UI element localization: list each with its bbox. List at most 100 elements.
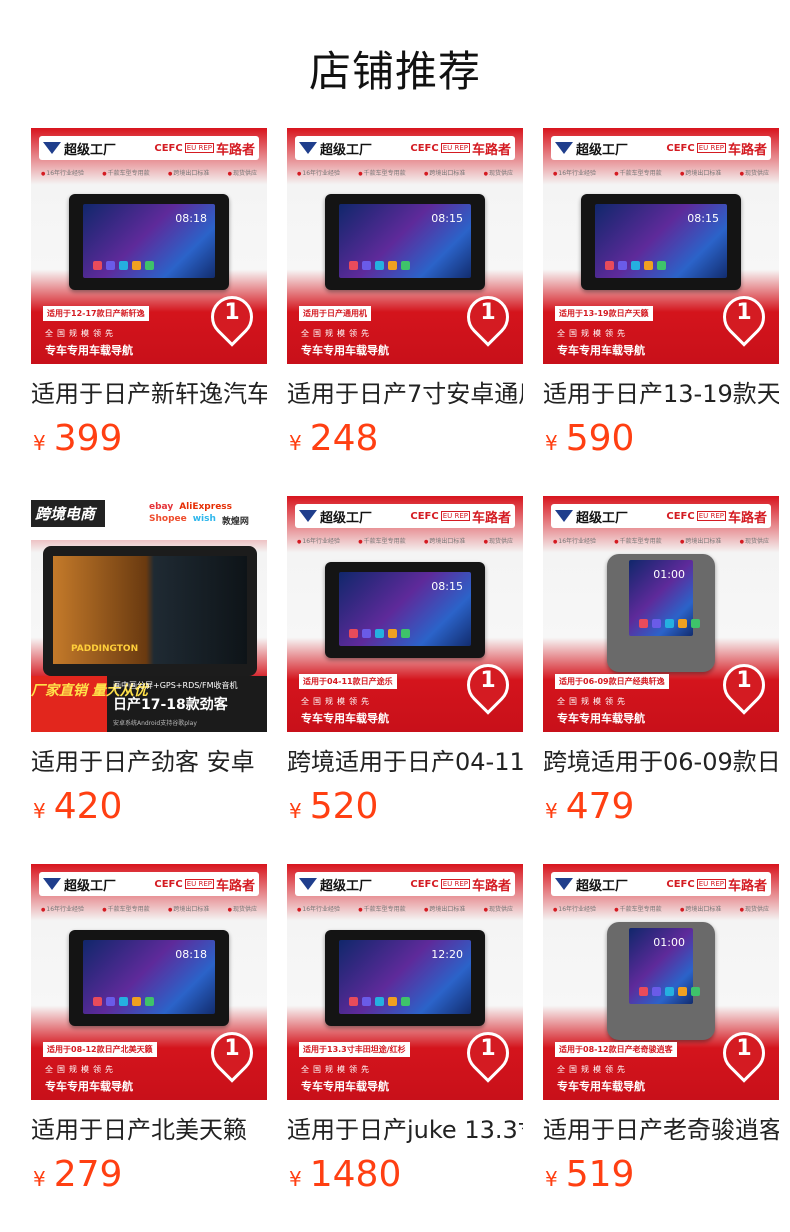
price-amount: 399	[53, 418, 123, 459]
product-card[interactable]: 超级工厂 CEFCEU REP车路者 16年行业经验 千款车型专用款 跨境出口标准 现货供…	[287, 496, 523, 827]
head-unit-screen: PADDINGTON	[53, 556, 247, 664]
product-thumbnail[interactable]: 超级工厂 CEFCEU REP车路者 16年行业经验 千款车型专用款 跨境出口标准 现货供…	[287, 128, 523, 364]
feature-tag: 现货供应	[740, 536, 769, 545]
feature-tags: 16年行业经验 千款车型专用款 跨境出口标准 现货供应	[553, 536, 769, 545]
feature-tag: 跨境出口标准	[680, 536, 721, 545]
feature-tag: 现货供应	[228, 904, 257, 913]
app-icons	[605, 261, 666, 270]
app-icon	[388, 997, 397, 1006]
brand-logo: 超级工厂	[555, 139, 628, 158]
head-unit: 08:18	[69, 194, 229, 290]
product-thumbnail[interactable]: 超级工厂 CEFCEU REP车路者 16年行业经验 千款车型专用款 跨境出口标准 现货供…	[543, 128, 779, 364]
product-name[interactable]: 适用于日产新轩逸汽车	[31, 374, 267, 409]
head-unit-screen: 12:20	[339, 940, 471, 1014]
feature-tag: 16年行业经验	[553, 904, 596, 913]
head-unit-screen: 08:15	[339, 572, 471, 646]
feature-tag: 跨境出口标准	[424, 536, 465, 545]
price-amount: 519	[565, 1154, 635, 1195]
product-price: ¥279	[33, 1154, 122, 1195]
feature-tag: 16年行业经验	[41, 904, 84, 913]
product-card[interactable]: 跨境电商 ebay AliExpress Shopee wish 敦煌网 PADDINGTO…	[31, 496, 267, 827]
app-icon	[665, 987, 674, 996]
product-thumbnail[interactable]: 跨境电商 ebay AliExpress Shopee wish 敦煌网 PADDINGTO…	[31, 496, 267, 732]
eu-rep-mark: EU REP	[440, 143, 470, 153]
feature-tag: 跨境出口标准	[424, 904, 465, 913]
car-logo: 车路者	[215, 878, 255, 894]
platform-logo: Shopee	[149, 514, 187, 524]
feature-tag: 千款车型专用款	[358, 904, 406, 913]
product-name[interactable]: 适用于日产7寸安卓通用	[287, 374, 523, 409]
app-icon	[401, 997, 410, 1006]
product-card[interactable]: 超级工厂 CEFCEU REP车路者 16年行业经验 千款车型专用款 跨境出口标准 现货供…	[543, 128, 779, 459]
screen-clock: 08:18	[175, 212, 207, 225]
head-unit: 08:18	[69, 930, 229, 1026]
feature-tags: 16年行业经验 千款车型专用款 跨境出口标准 现货供应	[297, 168, 513, 177]
product-name[interactable]: 适用于日产juke 13.3寸	[287, 1110, 523, 1145]
app-icon	[639, 619, 648, 628]
product-name[interactable]: 适用于日产老奇骏逍客	[543, 1110, 779, 1145]
brand-banner: 超级工厂 CEFC EU REP 车路者	[551, 872, 771, 896]
app-icon	[657, 261, 666, 270]
product-thumbnail[interactable]: 超级工厂 CEFCEU REP车路者 16年行业经验 千款车型专用款 跨境出口标准 现货供…	[287, 864, 523, 1100]
app-icon	[375, 629, 384, 638]
feature-tag: 千款车型专用款	[614, 904, 662, 913]
slogan-line-2: 专车专用车载导航	[301, 1080, 389, 1093]
app-icon	[401, 629, 410, 638]
fitment-label: 适用于06-09款日产经典轩逸	[555, 674, 669, 689]
product-name[interactable]: 适用于日产北美天籁	[31, 1110, 267, 1145]
product-name[interactable]: 跨境适用于日产04-11款途乐	[287, 742, 523, 777]
feature-tag: 现货供应	[740, 904, 769, 913]
product-card[interactable]: 超级工厂 CEFCEU REP车路者 16年行业经验 千款车型专用款 跨境出口标准 现货供…	[543, 864, 779, 1195]
head-unit: 12:20	[325, 930, 485, 1026]
product-card[interactable]: 超级工厂 CEFCEU REP车路者 16年行业经验 千款车型专用款 跨境出口标准 现货供…	[287, 128, 523, 459]
cert-marks: CEFC EU REP 车路者	[666, 139, 767, 158]
car-logo: 车路者	[727, 142, 767, 158]
feature-tags: 16年行业经验 千款车型专用款 跨境出口标准 现货供应	[553, 904, 769, 913]
app-icon	[362, 261, 371, 270]
screen-clock: 01:00	[653, 936, 685, 949]
diamond-icon	[299, 142, 317, 154]
platform-logo: wish	[192, 514, 216, 524]
app-icon	[652, 619, 661, 628]
screen-clock: 08:15	[687, 212, 719, 225]
brand-banner: 超级工厂 CEFC EU REP 车路者	[39, 136, 259, 160]
cert-marks: CEFC EU REP 车路者	[410, 507, 511, 526]
app-icon	[145, 997, 154, 1006]
system-text: 安卓系统Android支持谷歌play	[113, 720, 197, 727]
car-logo: 车路者	[471, 142, 511, 158]
product-thumbnail[interactable]: 超级工厂 CEFCEU REP车路者 16年行业经验 千款车型专用款 跨境出口标准 现货供…	[31, 864, 267, 1100]
head-unit-screen: 01:00	[629, 928, 700, 1004]
app-icons	[349, 261, 410, 270]
app-icon	[691, 619, 700, 628]
product-card[interactable]: 超级工厂 CEFCEU REP车路者 16年行业经验 千款车型专用款 跨境出口标准 现货供…	[31, 864, 267, 1195]
rank-badge: 1	[480, 668, 496, 693]
product-thumbnail[interactable]: 超级工厂 CEFCEU REP车路者 16年行业经验 千款车型专用款 跨境出口标准 现货供…	[543, 496, 779, 732]
car-logo: 车路者	[471, 510, 511, 526]
eu-rep-mark: EU REP	[184, 879, 214, 889]
product-thumbnail[interactable]: 超级工厂 CEFCEU REP车路者 16年行业经验 千款车型专用款 跨境出口标准 现货供…	[31, 128, 267, 364]
product-card[interactable]: 超级工厂 CEFCEU REP车路者 16年行业经验 千款车型专用款 跨境出口标准 现货供…	[31, 128, 267, 459]
head-unit: 01:00	[607, 922, 715, 1040]
product-thumbnail[interactable]: 超级工厂 CEFCEU REP车路者 16年行业经验 千款车型专用款 跨境出口标准 现货供…	[543, 864, 779, 1100]
slogan-line-1: 全国规模领先	[45, 1065, 117, 1074]
brand-logo: 超级工厂	[555, 507, 628, 526]
screen-clock: 08:15	[431, 212, 463, 225]
product-name[interactable]: 适用于日产劲客 安卓	[31, 742, 267, 777]
rank-badge: 1	[736, 300, 752, 325]
feature-tags: 16年行业经验 千款车型专用款 跨境出口标准 现货供应	[41, 904, 257, 913]
product-name[interactable]: 适用于日产13-19款天籁	[543, 374, 779, 409]
brand-name: 超级工厂	[320, 878, 373, 894]
product-card[interactable]: 超级工厂 CEFCEU REP车路者 16年行业经验 千款车型专用款 跨境出口标准 现货供…	[287, 864, 523, 1195]
product-price: ¥519	[545, 1154, 634, 1195]
eu-rep-mark: EU REP	[184, 143, 214, 153]
app-icons	[93, 997, 154, 1006]
product-card[interactable]: 超级工厂 CEFCEU REP车路者 16年行业经验 千款车型专用款 跨境出口标准 现货供…	[543, 496, 779, 827]
feature-tag: 千款车型专用款	[358, 536, 406, 545]
product-name[interactable]: 跨境适用于06-09款日产	[543, 742, 779, 777]
app-icons	[93, 261, 154, 270]
product-thumbnail[interactable]: 超级工厂 CEFCEU REP车路者 16年行业经验 千款车型专用款 跨境出口标准 现货供…	[287, 496, 523, 732]
app-icon	[678, 619, 687, 628]
app-icon	[119, 261, 128, 270]
fitment-label: 适用于13.3寸丰田坦途/红杉	[299, 1042, 410, 1057]
app-icon	[106, 261, 115, 270]
